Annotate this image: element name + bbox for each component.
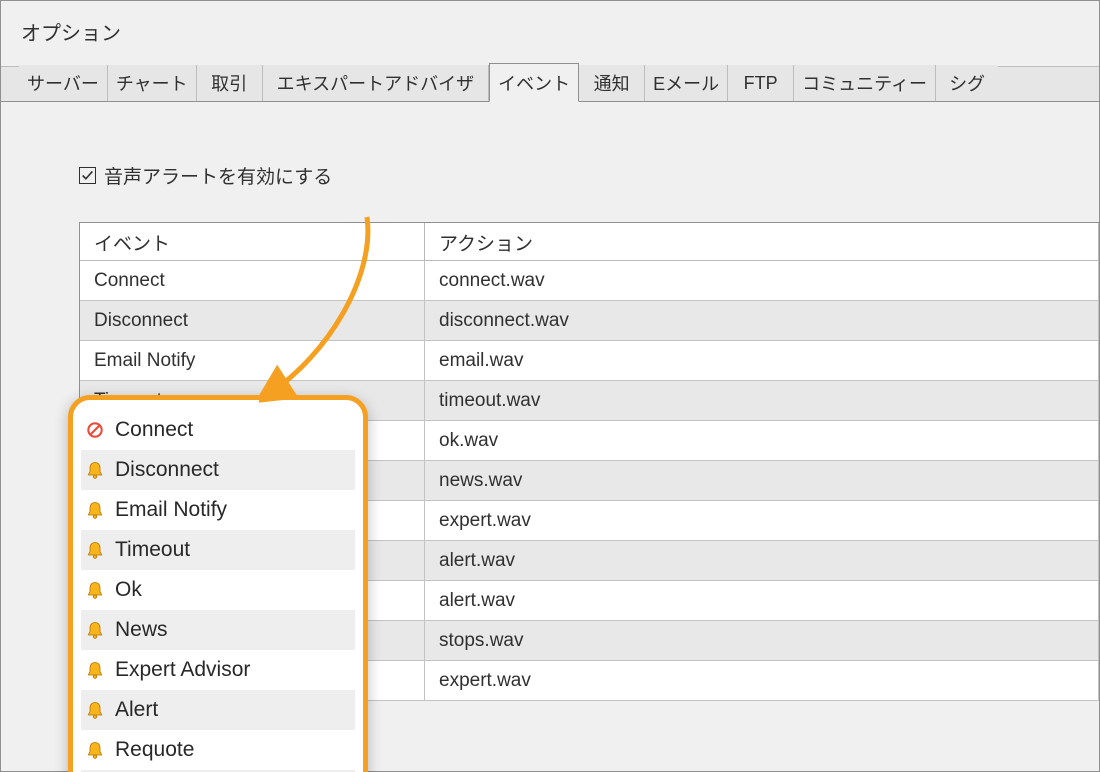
tab-server[interactable]: サーバー	[19, 65, 108, 101]
cell-event[interactable]: Disconnect	[80, 301, 425, 340]
events-callout: Connect Disconnect Email Notify Timeout Ok Ne…	[68, 395, 368, 772]
tabstrip: サーバー チャート 取引 エキスパートアドバイザ イベント 通知 Eメール FT…	[1, 66, 1099, 102]
callout-item-label: Alert	[115, 698, 158, 722]
cell-action[interactable]: news.wav	[425, 461, 1099, 500]
cell-action[interactable]: disconnect.wav	[425, 301, 1099, 340]
table-row[interactable]: Connectconnect.wav	[80, 261, 1099, 301]
bell-icon	[85, 460, 105, 480]
tab-community[interactable]: コミュニティー	[794, 65, 936, 101]
callout-item[interactable]: Disconnect	[81, 450, 355, 490]
callout-item[interactable]: Email Notify	[81, 490, 355, 530]
th-action[interactable]: アクション	[425, 223, 1099, 260]
callout-item[interactable]: Expert Advisor	[81, 650, 355, 690]
options-window: オプション サーバー チャート 取引 エキスパートアドバイザ イベント 通知 E…	[0, 0, 1100, 772]
cell-action[interactable]: expert.wav	[425, 661, 1099, 700]
callout-item-label: Expert Advisor	[115, 658, 250, 682]
cell-action[interactable]: email.wav	[425, 341, 1099, 380]
th-event[interactable]: イベント	[80, 223, 425, 260]
callout-item[interactable]: Requote	[81, 730, 355, 770]
table-row[interactable]: Disconnectdisconnect.wav	[80, 301, 1099, 341]
callout-item-label: Timeout	[115, 538, 190, 562]
tab-content: 音声アラートを有効にする イベント アクション Connectconnect.w…	[1, 102, 1099, 189]
forbid-icon	[85, 420, 105, 440]
cell-action[interactable]: alert.wav	[425, 541, 1099, 580]
enable-sound-checkbox[interactable]	[79, 167, 96, 184]
callout-item-label: Connect	[115, 418, 193, 442]
callout-item[interactable]: News	[81, 610, 355, 650]
callout-item-label: News	[115, 618, 168, 642]
callout-item[interactable]: Ok	[81, 570, 355, 610]
callout-item-label: Email Notify	[115, 498, 227, 522]
cell-action[interactable]: stops.wav	[425, 621, 1099, 660]
window-title: オプション	[1, 1, 1099, 66]
tab-ftp[interactable]: FTP	[728, 65, 794, 101]
callout-item[interactable]: Alert	[81, 690, 355, 730]
tab-notify[interactable]: 通知	[579, 65, 645, 101]
cell-action[interactable]: expert.wav	[425, 501, 1099, 540]
callout-item-label: Disconnect	[115, 458, 219, 482]
cell-action[interactable]: alert.wav	[425, 581, 1099, 620]
bell-icon	[85, 660, 105, 680]
check-icon	[81, 169, 94, 182]
cell-action[interactable]: ok.wav	[425, 421, 1099, 460]
cell-action[interactable]: timeout.wav	[425, 381, 1099, 420]
tab-chart[interactable]: チャート	[108, 65, 197, 101]
tab-email[interactable]: Eメール	[645, 65, 728, 101]
callout-item[interactable]: Timeout	[81, 530, 355, 570]
callout-item-label: Ok	[115, 578, 142, 602]
cell-action[interactable]: connect.wav	[425, 261, 1099, 300]
enable-sound-label: 音声アラートを有効にする	[104, 162, 332, 189]
bell-icon	[85, 700, 105, 720]
callout-item[interactable]: Connect	[81, 410, 355, 450]
tab-signals[interactable]: シグ	[936, 65, 998, 101]
bell-icon	[85, 620, 105, 640]
tab-events[interactable]: イベント	[489, 63, 579, 102]
cell-event[interactable]: Connect	[80, 261, 425, 300]
bell-icon	[85, 500, 105, 520]
cell-event[interactable]: Email Notify	[80, 341, 425, 380]
bell-icon	[85, 540, 105, 560]
enable-sound-row[interactable]: 音声アラートを有効にする	[79, 162, 1099, 189]
table-row[interactable]: Email Notifyemail.wav	[80, 341, 1099, 381]
bell-icon	[85, 740, 105, 760]
tab-expert[interactable]: エキスパートアドバイザ	[263, 65, 489, 101]
bell-icon	[85, 580, 105, 600]
tab-trade[interactable]: 取引	[197, 65, 263, 101]
table-header: イベント アクション	[80, 223, 1099, 261]
callout-item-label: Requote	[115, 738, 194, 762]
